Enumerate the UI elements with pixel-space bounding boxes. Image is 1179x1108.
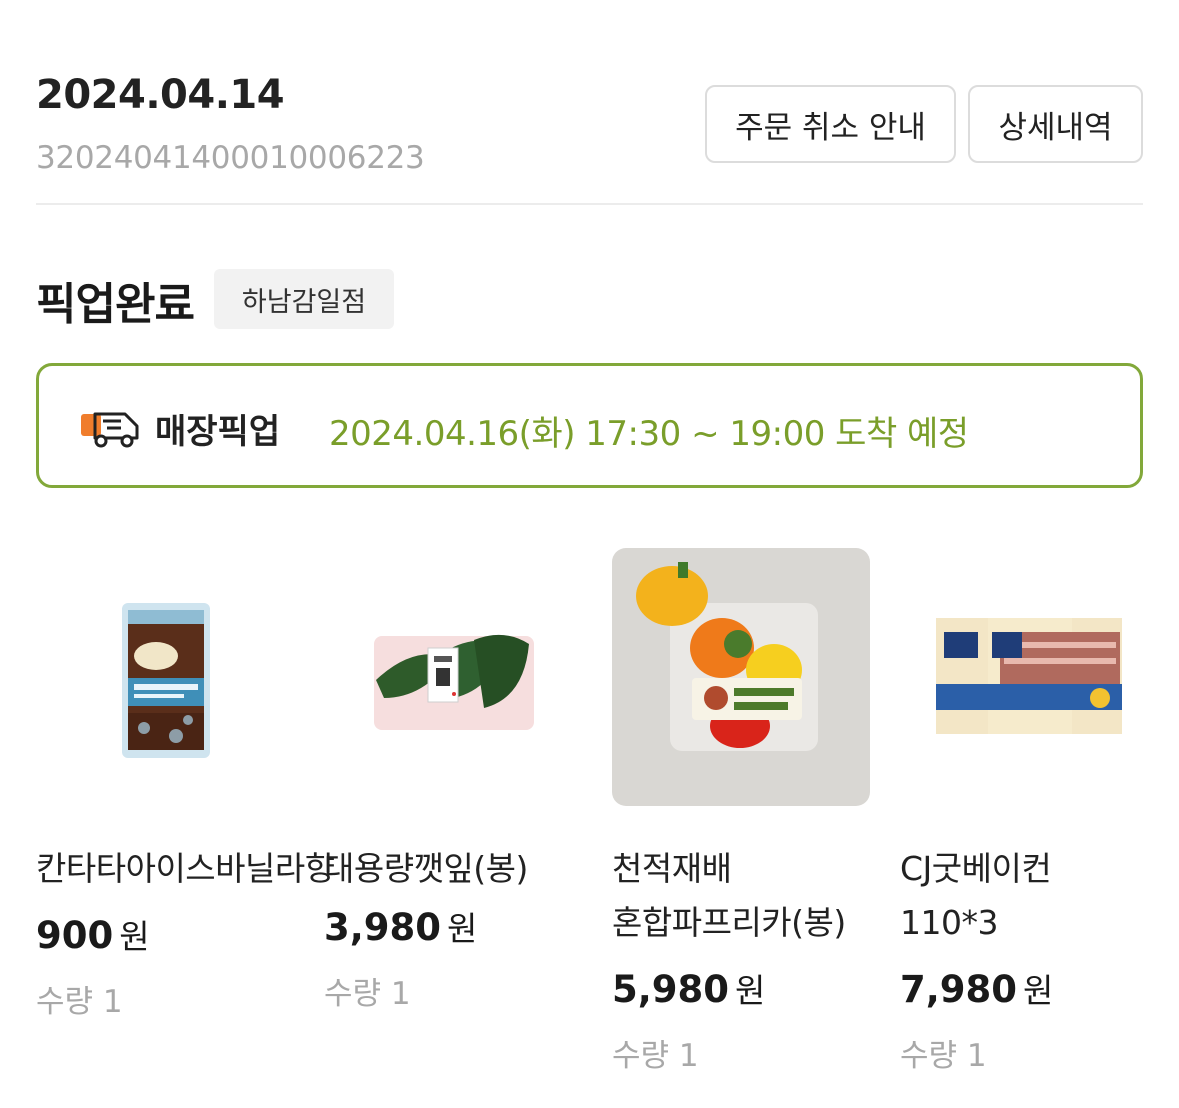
product-name: 칸타타아이스바닐라향	[36, 849, 335, 888]
cancel-info-button[interactable]: 주문 취소 안내	[705, 85, 956, 163]
product-name: CJ굿베이컨 110*3	[900, 849, 1052, 942]
pickup-time-text: 2024.04.16(화) 17:30 ~ 19:00 도착 예정	[329, 414, 969, 454]
perilla-leaves-image[interactable]	[324, 548, 582, 806]
product-price: 900 원	[36, 914, 150, 957]
order-status-title: 픽업완료	[36, 279, 195, 330]
pickup-method-label: 매장픽업	[155, 412, 281, 452]
product-price: 3,980 원	[324, 906, 478, 949]
product-item[interactable]: 대용량깻잎(봉) 3,980 원 수량 1	[324, 548, 582, 1013]
product-name: 천적재배 혼합파프리카(봉)	[612, 849, 846, 942]
store-badge: 하남감일점	[214, 269, 394, 329]
product-quantity: 수량 1	[36, 984, 123, 1020]
product-item[interactable]: CJ굿베이컨 110*3 7,980 원 수량 1	[900, 548, 1158, 1075]
paprika-bag-image[interactable]	[612, 548, 870, 806]
header-divider	[36, 203, 1143, 205]
product-item[interactable]: 칸타타아이스바닐라향 900 원 수량 1	[36, 548, 335, 1021]
product-item[interactable]: 천적재배 혼합파프리카(봉) 5,980 원 수량 1	[612, 548, 870, 1075]
order-detail-button[interactable]: 상세내역	[968, 85, 1143, 163]
order-date: 2024.04.14	[36, 72, 285, 118]
bacon-pack-image[interactable]	[900, 548, 1158, 806]
order-number: 32024041400010006223	[36, 140, 425, 176]
product-name: 대용량깻잎(봉)	[324, 849, 528, 888]
coffee-pouch-image[interactable]	[36, 548, 294, 806]
pickup-info-box: 매장픽업 2024.04.16(화) 17:30 ~ 19:00 도착 예정	[36, 363, 1143, 488]
product-quantity: 수량 1	[900, 1038, 987, 1074]
delivery-truck-icon	[81, 412, 139, 448]
order-detail-page: 2024.04.14 32024041400010006223 주문 취소 안내…	[0, 0, 1179, 1108]
product-quantity: 수량 1	[612, 1038, 699, 1074]
product-price: 7,980 원	[900, 968, 1054, 1011]
product-quantity: 수량 1	[324, 976, 411, 1012]
product-price: 5,980 원	[612, 968, 766, 1011]
